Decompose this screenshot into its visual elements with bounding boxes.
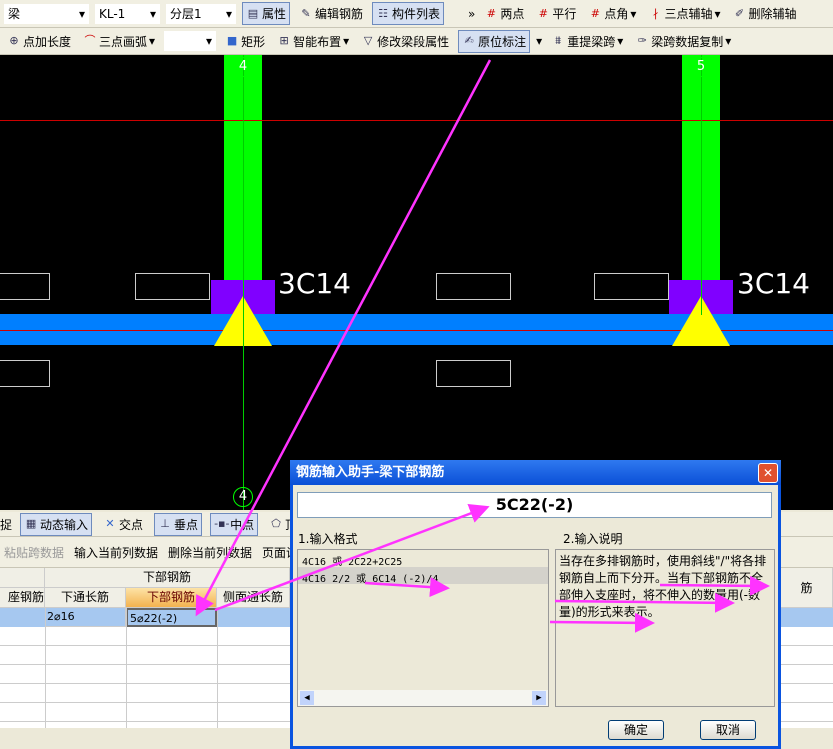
arrow bbox=[549, 612, 655, 633]
arrow bbox=[195, 59, 492, 617]
annotation-arrows bbox=[195, 59, 770, 633]
arrow bbox=[554, 592, 735, 613]
arrow bbox=[659, 575, 770, 596]
arrow bbox=[364, 577, 450, 598]
arrow bbox=[214, 503, 490, 612]
